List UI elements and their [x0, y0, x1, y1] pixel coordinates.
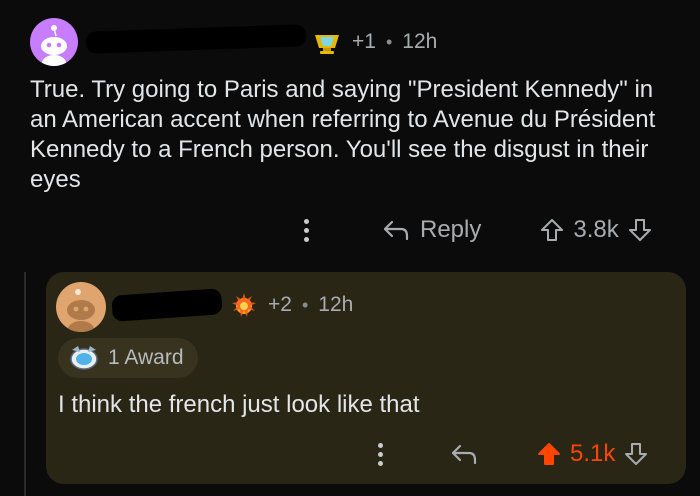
- separator-dot: •: [385, 31, 393, 52]
- snoo-avatar-icon: [41, 25, 67, 66]
- snoo-avatar-icon: [67, 289, 95, 332]
- reply-body: I think the french just look like that: [58, 391, 420, 418]
- redacted-username: [85, 24, 307, 54]
- reply-arrow-icon: [451, 444, 477, 465]
- award-count: +2: [268, 293, 292, 316]
- comment-actions: Reply 3.8k: [290, 210, 680, 250]
- thread-line[interactable]: [24, 272, 26, 496]
- reply-arrow-icon: [383, 220, 409, 241]
- award-pill-label: 1 Award: [108, 346, 184, 369]
- downvote-icon[interactable]: [627, 217, 653, 243]
- comment-time: 12h: [402, 30, 438, 53]
- reply-button[interactable]: [450, 443, 478, 465]
- award-count: +1: [352, 30, 376, 53]
- vote-control: 5.1k: [536, 440, 649, 468]
- upvote-icon[interactable]: [539, 217, 565, 243]
- comment-meta: +1 • 12h: [312, 28, 437, 56]
- reply-time: 12h: [318, 293, 354, 316]
- user-avatar[interactable]: [30, 18, 78, 66]
- separator-dot: •: [301, 294, 309, 315]
- reply-button[interactable]: Reply: [382, 216, 481, 244]
- reply-label: Reply: [420, 216, 482, 243]
- award-trophy-icon: [315, 35, 339, 54]
- reply-user-avatar[interactable]: [56, 282, 106, 332]
- vote-control: 3.8k: [539, 216, 652, 244]
- award-badge-icon: [70, 346, 98, 370]
- award-fire-icon: [232, 293, 256, 317]
- reply-meta: +2 • 12h: [230, 291, 353, 319]
- award-pill[interactable]: 1 Award: [58, 338, 198, 378]
- more-options-button[interactable]: [370, 442, 390, 466]
- upvote-icon[interactable]: [536, 441, 562, 467]
- reply-actions: 5.1k: [370, 434, 680, 474]
- vote-score: 5.1k: [570, 440, 616, 467]
- comment-body: True. Try going to Paris and saying "Pre…: [30, 76, 656, 193]
- more-options-button[interactable]: [296, 218, 316, 242]
- vote-score: 3.8k: [573, 216, 619, 243]
- downvote-icon[interactable]: [623, 441, 649, 467]
